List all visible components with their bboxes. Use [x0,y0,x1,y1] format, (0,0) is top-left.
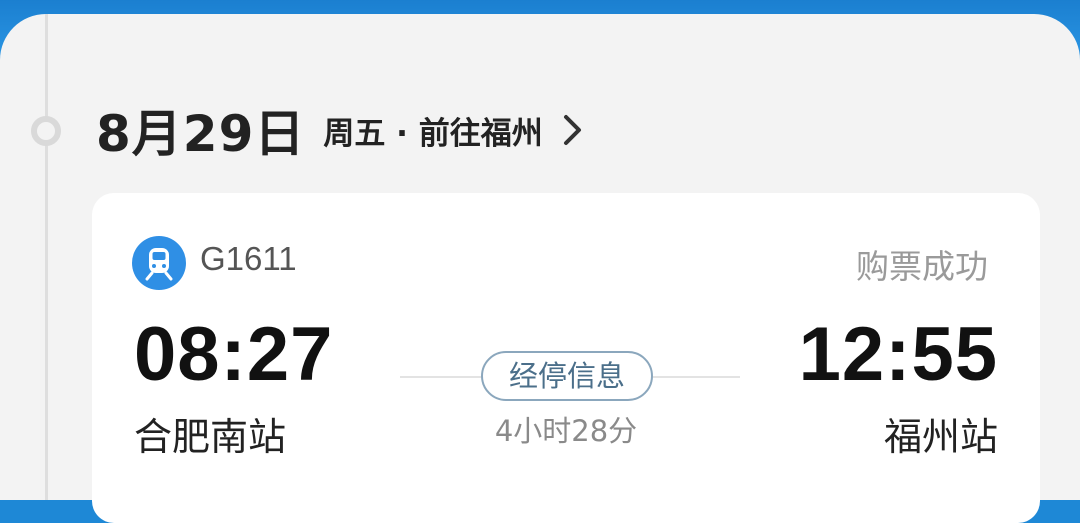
timeline-dot-icon [31,116,61,146]
arrival-time: 12:55 [798,312,998,397]
ticket-status: 购票成功 [856,247,988,286]
timeline-line [45,14,48,500]
stop-info-button[interactable]: 经停信息 [481,351,653,401]
trip-sheet: 8月29日 周五 · 前往福州 G1611 购票成功 08:27 合肥南站 经停… [0,14,1080,523]
trip-duration: 4小时28分 [494,414,638,448]
departure-time: 08:27 [134,312,334,397]
chevron-right-icon [563,115,581,145]
trip-weekday-destination: 周五 · 前往福州 [323,115,543,152]
arrival-station: 福州站 [883,415,998,459]
train-icon [132,236,186,290]
departure-station: 合肥南站 [134,415,287,459]
ticket-card[interactable]: G1611 购票成功 08:27 合肥南站 经停信息 4小时28分 12:55 … [92,193,1040,523]
trip-date-header[interactable]: 8月29日 周五 · 前往福州 [96,100,587,163]
trip-date: 8月29日 [96,105,306,163]
train-number: G1611 [200,240,297,277]
